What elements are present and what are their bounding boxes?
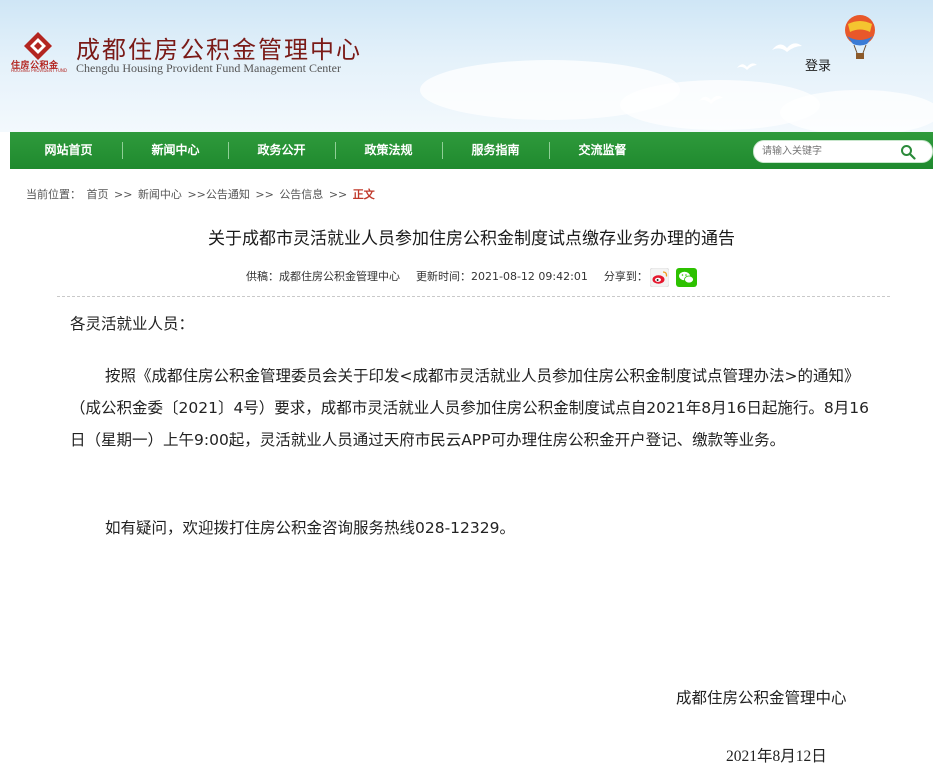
breadcrumb-separator: >>: [114, 188, 133, 201]
bird-icon: [737, 63, 757, 70]
nav-divider: [335, 142, 336, 159]
article-paragraph: 按照《成都住房公积金管理委员会关于印发<成都市灵活就业人员参加住房公积金制度试点…: [70, 367, 869, 449]
nav-divider: [442, 142, 443, 159]
article-title: 关于成都市灵活就业人员参加住房公积金制度试点缴存业务办理的通告: [208, 229, 735, 249]
breadcrumb-announcement-info[interactable]: 公告信息: [279, 188, 323, 201]
nav-item-news[interactable]: 新闻中心: [128, 132, 223, 169]
breadcrumb-prefix: 当前位置：: [26, 188, 81, 201]
nav-item-feedback[interactable]: 交流监督: [555, 132, 650, 169]
article-date: 2021年8月12日: [726, 748, 827, 765]
wechat-icon[interactable]: [676, 268, 697, 287]
article-updated-time: 更新时间：2021-08-12 09:42:01: [416, 270, 588, 283]
hot-air-balloon-icon: [845, 15, 875, 59]
nav-item-government[interactable]: 政务公开: [234, 132, 329, 169]
bird-icon: [772, 43, 802, 52]
logo-subtext: HOUSING PROVIDENT FUND: [11, 68, 67, 73]
weibo-icon[interactable]: [650, 268, 669, 287]
article-paragraph: 如有疑问，欢迎拨打住房公积金咨询服务热线028-12329。: [105, 519, 515, 537]
article-meta: 供稿：成都住房公积金管理中心 更新时间：2021-08-12 09:42:01 分享…: [246, 268, 648, 284]
nav-item-home[interactable]: 网站首页: [21, 132, 116, 169]
search-box: [753, 140, 933, 163]
nav-divider: [122, 142, 123, 159]
site-title-en: Chengdu Housing Provident Fund Managemen…: [76, 61, 341, 75]
search-input[interactable]: [762, 143, 897, 159]
cloud-decoration: [780, 90, 933, 132]
article-signature: 成都住房公积金管理中心: [676, 689, 847, 707]
site-title-cn[interactable]: 成都住房公积金管理中心: [76, 30, 362, 65]
nav-item-policy[interactable]: 政策法规: [341, 132, 436, 169]
breadcrumb-news-center[interactable]: 新闻中心: [138, 188, 182, 201]
nav-item-service-guide[interactable]: 服务指南: [448, 132, 543, 169]
breadcrumb: 当前位置： 首页 >> 新闻中心 >>公告通知 >> 公告信息 >> 正文: [26, 186, 377, 202]
breadcrumb-announcements[interactable]: >>公告通知: [187, 188, 249, 201]
breadcrumb-current: 正文: [352, 188, 375, 201]
search-icon[interactable]: [900, 144, 916, 160]
article-divider: [57, 296, 890, 297]
nav-divider: [228, 142, 229, 159]
article-source: 供稿：成都住房公积金管理中心: [246, 270, 400, 283]
share-label: 分享到：: [603, 270, 648, 283]
login-link[interactable]: 登录: [805, 55, 831, 74]
breadcrumb-separator: >>: [255, 188, 274, 201]
nav-divider: [549, 142, 550, 159]
site-header: 住房公积金 HOUSING PROVIDENT FUND 成都住房公积金管理中心…: [0, 0, 933, 132]
bird-icon: [699, 95, 723, 104]
article-salutation: 各灵活就业人员：: [70, 315, 195, 333]
breadcrumb-separator: >>: [328, 188, 348, 201]
breadcrumb-home[interactable]: 首页: [87, 188, 109, 201]
